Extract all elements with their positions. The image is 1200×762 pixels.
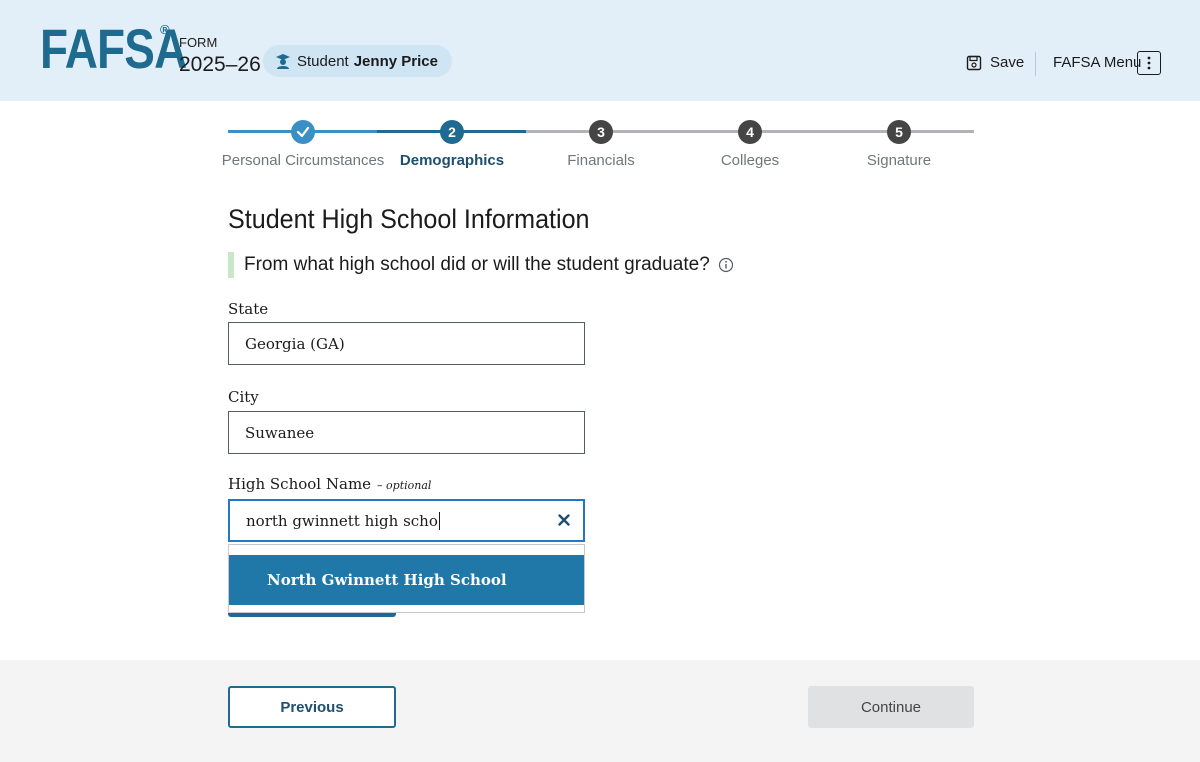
step-5-label: Signature [866, 152, 932, 169]
question-accent-bar [228, 252, 234, 278]
step-2-number[interactable]: 2 [440, 120, 464, 144]
city-input[interactable]: Suwanee [228, 411, 585, 454]
high-school-value: north gwinnett high scho [246, 511, 438, 530]
step-4-number: 4 [738, 120, 762, 144]
step-5-number: 5 [887, 120, 911, 144]
city-value: Suwanee [245, 423, 315, 442]
page-footer [0, 660, 1200, 762]
progress-stepper: 2 3 4 5 Personal Circumstances Demograph… [222, 118, 974, 178]
step-3-label: Financials [567, 152, 635, 169]
kebab-menu-icon [1147, 56, 1151, 70]
student-icon [276, 54, 290, 69]
step-1-label[interactable]: Personal Circumstances [222, 152, 385, 169]
info-icon[interactable] [718, 257, 734, 273]
optional-tag: – optional [377, 479, 432, 492]
state-select[interactable]: Georgia (GA) [228, 322, 585, 365]
step-1-complete-icon[interactable] [291, 120, 315, 144]
student-name: Jenny Price [353, 52, 438, 70]
site-header: FAFSA ® FORM 2025–26 Student Jenny Price… [0, 0, 1200, 101]
high-school-label-text: High School Name [228, 475, 372, 493]
save-button[interactable]: Save [966, 54, 1024, 71]
high-school-label: High School Name – optional [228, 475, 431, 493]
page-title: Student High School Information [228, 204, 590, 234]
high-school-combobox[interactable]: north gwinnett high scho [228, 499, 585, 542]
school-suggestions-list: North Gwinnett High School [228, 544, 585, 613]
question-text-row: From what high school did or will the st… [244, 254, 734, 276]
step-3-number: 3 [589, 120, 613, 144]
form-label: FORM [179, 35, 218, 50]
continue-button[interactable]: Continue [808, 686, 974, 728]
suggestion-item[interactable]: North Gwinnett High School [229, 555, 584, 605]
question-text: From what high school did or will the st… [244, 254, 710, 275]
state-value: Georgia (GA) [245, 334, 345, 353]
previous-button[interactable]: Previous [228, 686, 396, 728]
fafsa-menu-button[interactable] [1137, 51, 1161, 75]
form-year: 2025–26 [179, 53, 261, 76]
step-2-label[interactable]: Demographics [400, 152, 504, 169]
student-badge: Student Jenny Price [263, 45, 452, 77]
student-prefix: Student [297, 52, 349, 70]
checkmark-icon [296, 126, 310, 138]
city-label: City [228, 388, 259, 406]
text-caret [438, 511, 440, 530]
registered-mark: ® [160, 22, 170, 37]
fafsa-menu-label[interactable]: FAFSA Menu [1053, 54, 1141, 71]
save-icon [966, 55, 982, 70]
clear-icon[interactable] [557, 513, 571, 527]
step-4-label: Colleges [720, 152, 780, 169]
state-label: State [228, 300, 269, 318]
header-divider [1035, 52, 1036, 76]
save-label: Save [990, 54, 1025, 71]
